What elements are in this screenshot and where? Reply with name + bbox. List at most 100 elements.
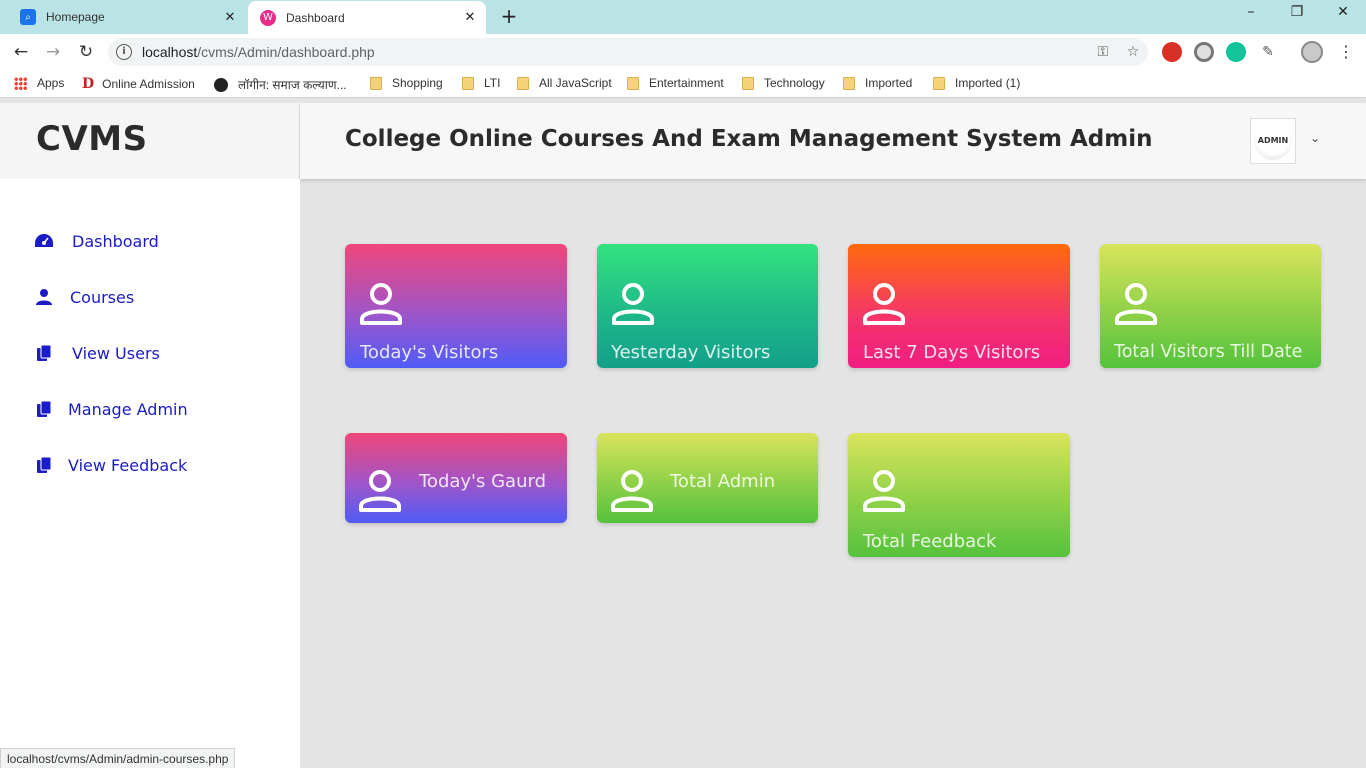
sidebar-item-manage-admin[interactable]: Manage Admin	[34, 399, 188, 419]
sidebar-item-label: Dashboard	[72, 231, 159, 251]
bookmark-folder-all-javascript[interactable]: All JavaScript	[517, 76, 612, 90]
grammarly-extension-icon[interactable]	[1226, 42, 1246, 62]
url-path: /cvms/Admin/dashboard.php	[197, 44, 375, 60]
sidebar-item-dashboard[interactable]: Dashboard	[34, 231, 159, 251]
reload-button[interactable]: ↻	[75, 41, 97, 63]
sidebar-item-view-feedback[interactable]: View Feedback	[34, 455, 187, 475]
sidebar-item-label: View Feedback	[68, 455, 188, 475]
browser-tab-dashboard[interactable]: W Dashboard ✕	[248, 1, 486, 34]
copy-icon	[34, 399, 54, 419]
forward-button[interactable]: →	[42, 41, 64, 63]
card-label: Today's Visitors	[360, 342, 499, 363]
bookmark-label: Imported (1)	[955, 76, 1021, 90]
copy-icon	[34, 343, 54, 363]
browser-toolbar: ← → ↻ i localhost/cvms/Admin/dashboard.p…	[0, 34, 1366, 70]
profile-avatar[interactable]	[1301, 41, 1323, 63]
close-icon[interactable]: ✕	[220, 10, 240, 25]
stat-card-todays-gaurd[interactable]: Today's Gaurd	[345, 433, 567, 523]
folder-icon	[933, 76, 945, 90]
search-icon: ⌕	[20, 9, 36, 25]
key-icon[interactable]: ⚿	[1088, 44, 1118, 60]
folder-icon	[742, 76, 754, 90]
stat-card-todays-visitors[interactable]: Today's Visitors	[345, 244, 567, 368]
bookmark-label: Technology	[764, 76, 825, 90]
sidebar-item-label: Manage Admin	[68, 399, 188, 419]
avatar-text: ADMIN	[1254, 122, 1292, 160]
dark-mode-extension-icon[interactable]	[1194, 42, 1214, 62]
user-icon	[34, 287, 54, 307]
bookmark-label: LTI	[484, 76, 501, 90]
bookmark-folder-lti[interactable]: LTI	[462, 76, 500, 90]
browser-tab-homepage[interactable]: ⌕ Homepage ✕	[8, 0, 246, 34]
chevron-down-icon[interactable]: ⌄	[1310, 131, 1320, 145]
page-title: College Online Courses And Exam Manageme…	[345, 126, 1153, 152]
eyedropper-extension-icon[interactable]: ✎	[1258, 42, 1278, 62]
stat-card-total-admin[interactable]: Total Admin	[597, 433, 818, 523]
admin-avatar[interactable]: ADMIN	[1250, 118, 1296, 164]
folder-icon	[370, 76, 382, 90]
url-text: localhost/cvms/Admin/dashboard.php	[142, 44, 1088, 60]
bookmarks-bar: Apps D Online Admission लॉगीन: समाज कल्या…	[0, 70, 1366, 98]
new-tab-button[interactable]: +	[498, 5, 520, 27]
stat-card-total-feedback[interactable]: Total Feedback	[848, 433, 1070, 557]
folder-icon	[517, 76, 529, 90]
close-icon[interactable]: ✕	[460, 10, 480, 25]
bookmark-label: लॉगीन: समाज कल्याण...	[238, 78, 347, 92]
stat-card-yesterday-visitors[interactable]: Yesterday Visitors	[597, 244, 818, 368]
bookmark-folder-imported[interactable]: Imported	[843, 76, 912, 90]
minimize-button[interactable]: –	[1236, 4, 1266, 20]
apps-grid-icon	[14, 76, 27, 90]
copy-icon	[34, 455, 54, 475]
card-label: Total Visitors Till Date	[1114, 342, 1303, 362]
sidebar: Dashboard Courses View Users Manage Admi…	[0, 179, 300, 768]
folder-icon	[843, 76, 855, 90]
bookmark-folder-imported-1[interactable]: Imported (1)	[933, 76, 1020, 90]
tachometer-icon	[34, 231, 54, 251]
tab-title: Dashboard	[286, 10, 345, 25]
adblock-extension-icon[interactable]	[1162, 42, 1182, 62]
bookmark-folder-entertainment[interactable]: Entertainment	[627, 76, 724, 90]
folder-icon	[627, 76, 639, 90]
stat-card-last-7-days-visitors[interactable]: Last 7 Days Visitors	[848, 244, 1070, 368]
brand-logo-text[interactable]: CVMS	[36, 119, 148, 159]
bookmark-login[interactable]: लॉगीन: समाज कल्याण...	[214, 76, 347, 93]
star-icon[interactable]: ☆	[1118, 44, 1148, 60]
bookmark-label: All JavaScript	[539, 76, 612, 90]
status-bar-url: localhost/cvms/Admin/admin-courses.php	[0, 748, 236, 768]
d-logo-icon: D	[82, 76, 95, 92]
back-button[interactable]: ←	[10, 41, 32, 63]
info-icon[interactable]: i	[116, 44, 132, 60]
restore-button[interactable]: ❐	[1282, 4, 1312, 20]
sidebar-item-label: View Users	[72, 343, 160, 363]
bookmark-label: Online Admission	[102, 77, 195, 91]
user-outline-icon	[1115, 283, 1157, 325]
window-close-button[interactable]: ✕	[1328, 4, 1358, 20]
user-outline-icon	[863, 470, 905, 512]
bookmark-label: Apps	[37, 76, 65, 90]
address-bar[interactable]: i localhost/cvms/Admin/dashboard.php ⚿ ☆	[108, 38, 1148, 66]
brand-area: CVMS	[0, 103, 300, 179]
bookmark-online-admission[interactable]: D Online Admission	[82, 76, 195, 92]
header-bar: College Online Courses And Exam Manageme…	[300, 103, 1366, 179]
user-outline-icon	[612, 283, 654, 325]
card-label: Today's Gaurd	[419, 471, 547, 492]
bookmark-label: Shopping	[392, 76, 443, 90]
sidebar-item-courses[interactable]: Courses	[34, 287, 134, 307]
bookmark-label: Entertainment	[649, 76, 724, 90]
user-outline-icon	[360, 283, 402, 325]
user-outline-icon	[863, 283, 905, 325]
folder-icon	[462, 76, 474, 90]
user-outline-icon	[359, 470, 401, 512]
bookmark-folder-technology[interactable]: Technology	[742, 76, 825, 90]
stat-card-total-visitors-till-date[interactable]: Total Visitors Till Date	[1100, 244, 1321, 368]
page-viewport: CVMS College Online Courses And Exam Man…	[0, 103, 1366, 768]
url-host: localhost	[142, 44, 198, 60]
tab-title: Homepage	[46, 10, 105, 24]
user-outline-icon	[611, 470, 653, 512]
sidebar-item-view-users[interactable]: View Users	[34, 343, 160, 363]
bookmark-label: Imported	[865, 76, 913, 90]
bookmark-apps[interactable]: Apps	[14, 76, 64, 90]
browser-tabstrip: ⌕ Homepage ✕ W Dashboard ✕ + – ❐ ✕	[0, 0, 1366, 34]
menu-kebab-icon[interactable]: ⋮	[1338, 42, 1354, 61]
bookmark-folder-shopping[interactable]: Shopping	[370, 76, 443, 90]
